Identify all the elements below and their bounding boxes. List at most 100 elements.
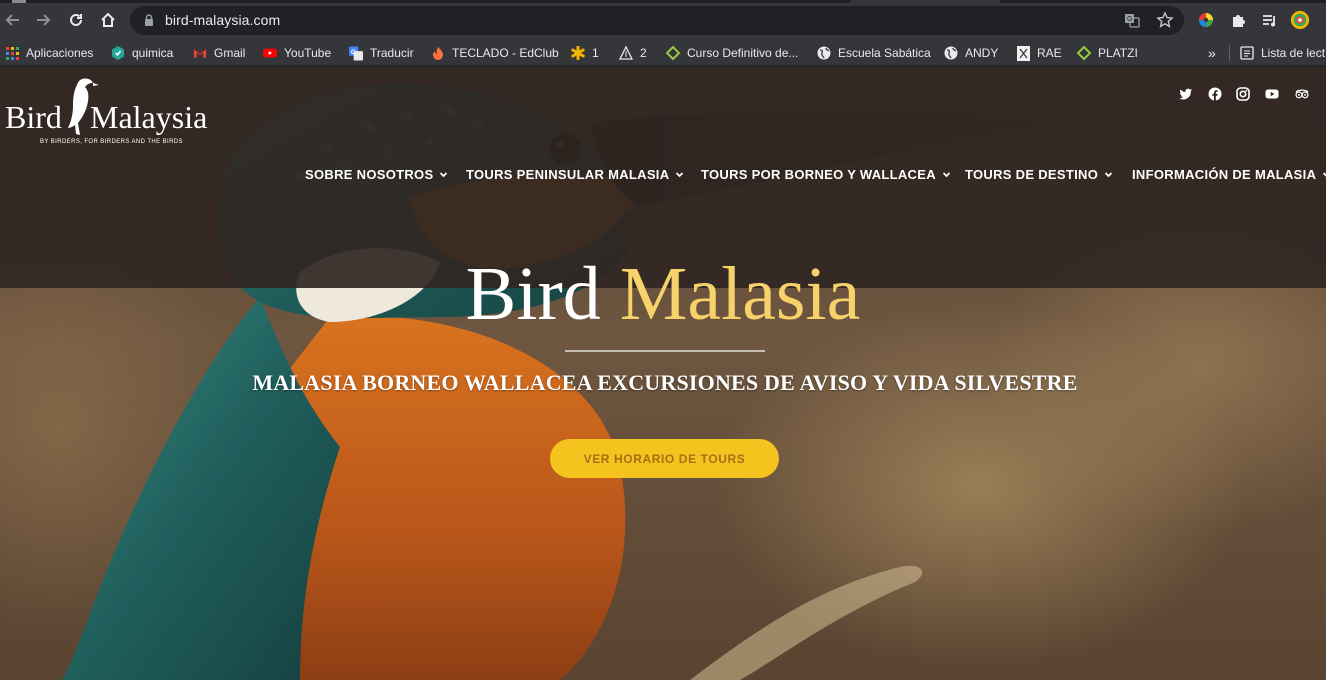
address-bar[interactable]: bird-malaysia.com G (130, 6, 1184, 35)
bookmark-label: RAE (1037, 46, 1062, 60)
bookmark-label: Gmail (214, 46, 246, 60)
nav-label: TOURS PENINSULAR MALASIA (466, 166, 670, 182)
globe-icon (817, 46, 831, 60)
chevron-down-icon (1323, 171, 1326, 176)
quimica-icon (111, 46, 125, 60)
nav-label: TOURS POR BORNEO Y WALLACEA (701, 166, 936, 182)
reload-button[interactable] (65, 9, 87, 31)
bookmark-rae[interactable]: RAE (1016, 44, 1062, 62)
arrow-right-icon (37, 14, 51, 26)
bookmark-curso-definitivo[interactable]: Curso Definitivo de... (666, 44, 798, 62)
triangle-icon (619, 46, 633, 60)
bookmark-gmail[interactable]: Gmail (193, 44, 245, 62)
nav-sobre-nosotros[interactable]: SOBRE NOSOTROS (305, 165, 448, 183)
tripadvisor-icon[interactable] (1294, 87, 1310, 101)
translate-icon: G (349, 46, 363, 60)
hero-subtitle: MALASIA BORNEO WALLACEA EXCURSIONES DE A… (252, 370, 1078, 395)
bookmark-label: ANDY (965, 46, 999, 60)
bookmark-traducir[interactable]: G Traducir (349, 44, 414, 62)
nav-tours-de-destino[interactable]: TOURS DE DESTINO (965, 165, 1113, 183)
youtube-icon[interactable] (1264, 87, 1280, 101)
bookmark-label: Curso Definitivo de... (687, 46, 799, 60)
logo-tagline: BY BIRDERS, FOR BIRDERS AND THE BIRDS (40, 139, 183, 145)
bookmark-label: quimica (132, 46, 174, 60)
tab-strip (0, 0, 1326, 3)
bookmark-label: Traducir (370, 46, 414, 60)
bookmark-escuela-sabatica[interactable]: Escuela Sabática (817, 44, 931, 62)
facebook-icon[interactable] (1207, 87, 1223, 101)
nav-label: INFORMACIÓN DE MALASIA (1132, 166, 1317, 182)
chevron-down-icon (440, 171, 448, 177)
bookmark-divider (1229, 45, 1230, 61)
bookmark-youtube[interactable]: YouTube (263, 44, 331, 62)
color-wheel-extension-icon[interactable] (1196, 10, 1216, 30)
bookmark-label: Aplicaciones (26, 46, 94, 60)
bookmark-label: 1 (592, 46, 599, 60)
bookmark-aplicaciones[interactable]: Aplicaciones (5, 44, 93, 62)
site-logo[interactable]: Bird Malaysia BY BIRDERS, FOR BIRDERS AN… (5, 77, 215, 152)
bookmark-label: 2 (640, 46, 647, 60)
diamond-icon (666, 46, 680, 60)
svg-text:G: G (1127, 16, 1132, 23)
home-icon (101, 12, 115, 27)
more-bookmarks-button[interactable]: » (1208, 44, 1216, 62)
rae-icon (1016, 45, 1030, 61)
bookmark-quimica[interactable]: quimica (111, 44, 173, 62)
nav-informacion-de-malasia[interactable]: INFORMACIÓN DE MALASIA (1132, 165, 1326, 183)
gmail-icon (193, 46, 207, 60)
url-text[interactable]: bird-malaysia.com (165, 12, 280, 28)
tab-edge[interactable] (12, 0, 26, 3)
asterisk-icon (571, 46, 585, 60)
bookmark-label: PLATZI (1098, 46, 1138, 60)
platzi-icon (1077, 46, 1091, 60)
chevron-down-icon (676, 171, 684, 177)
bookmark-teclado-edclub[interactable]: TECLADO - EdClub (431, 44, 559, 62)
nav-tours-borneo-wallacea[interactable]: TOURS POR BORNEO Y WALLACEA (701, 165, 951, 183)
arrow-left-icon (5, 14, 19, 26)
bookmarks-bar: Aplicaciones quimica Gmail YouTube G Tra… (0, 40, 1326, 66)
reload-icon (70, 13, 82, 26)
view-tour-schedule-button[interactable]: VER HORARIO DE TOURS (550, 439, 779, 478)
twitter-icon[interactable] (1178, 87, 1194, 101)
bookmark-label: Escuela Sabática (838, 46, 931, 60)
logo-word-bird: Bird (5, 99, 62, 135)
apps-grid-icon (5, 46, 19, 60)
puzzle-extensions-icon[interactable] (1228, 10, 1248, 30)
back-button[interactable] (2, 9, 24, 31)
translate-page-icon[interactable]: G (1123, 11, 1141, 29)
nav-tours-peninsular-malasia[interactable]: TOURS PENINSULAR MALASIA (466, 165, 684, 183)
hero-title: Bird Malasia (0, 249, 1326, 339)
nav-label: SOBRE NOSOTROS (305, 166, 434, 182)
website-viewport: Bird Malaysia BY BIRDERS, FOR BIRDERS AN… (0, 67, 1326, 680)
hero-title-malasia: Malasia (619, 252, 861, 336)
hero-divider (565, 350, 765, 352)
browser-toolbar: bird-malaysia.com G (0, 0, 1326, 40)
youtube-icon (263, 46, 277, 60)
edclub-icon (431, 46, 445, 60)
svg-text:G: G (351, 48, 356, 55)
instagram-icon[interactable] (1235, 87, 1251, 101)
lock-icon[interactable] (142, 13, 156, 27)
star-bookmark-icon[interactable] (1156, 11, 1174, 29)
bookmark-andy[interactable]: ANDY (944, 44, 998, 62)
media-queue-icon[interactable] (1259, 10, 1279, 30)
home-button[interactable] (97, 9, 119, 31)
chevron-down-icon (1105, 171, 1113, 177)
bookmark-label: YouTube (284, 46, 332, 60)
reading-list-icon (1240, 46, 1254, 60)
forward-button[interactable] (32, 9, 54, 31)
chevron-down-icon (942, 171, 951, 177)
bookmark-platzi[interactable]: PLATZI (1077, 44, 1138, 62)
tab-edge[interactable] (850, 0, 1000, 3)
hero-title-bird: Bird (465, 252, 601, 336)
reading-list-label: Lista de lect (1261, 46, 1326, 60)
nav-label: TOURS DE DESTINO (965, 166, 1099, 182)
bookmark-label: TECLADO - EdClub (452, 46, 559, 60)
reading-list-button[interactable]: Lista de lect (1240, 44, 1325, 62)
bookmark-2[interactable]: 2 (619, 44, 647, 62)
profile-avatar-icon[interactable] (1290, 10, 1310, 30)
globe-icon (944, 46, 958, 60)
bookmark-1[interactable]: 1 (571, 44, 599, 62)
chevron-double-right-icon: » (1208, 45, 1216, 61)
logo-word-malaysia: Malaysia (90, 99, 208, 135)
